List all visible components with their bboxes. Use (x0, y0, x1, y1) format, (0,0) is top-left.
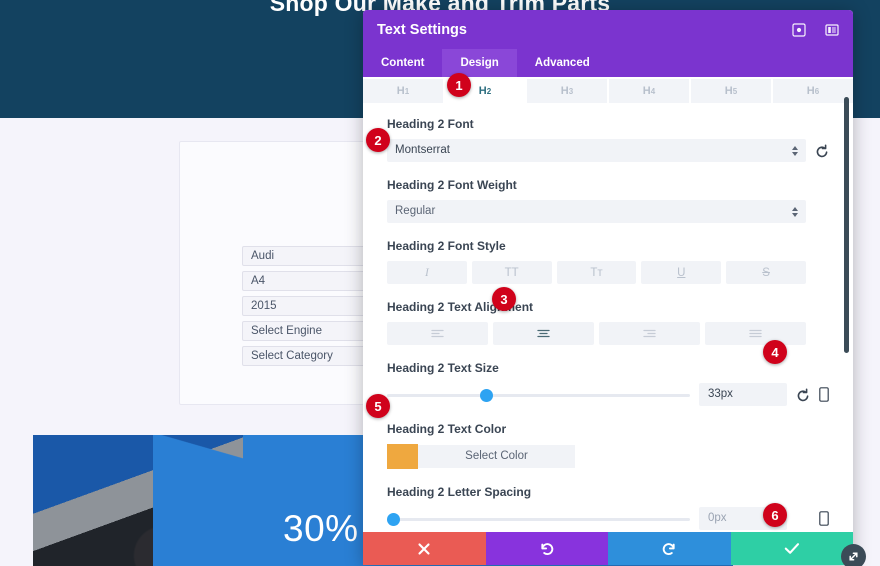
font-style-group: Heading 2 Font Style I TT Tᴛ U S (387, 239, 829, 284)
font-label: Heading 2 Font (387, 117, 474, 131)
heading-tab-h6[interactable]: H6 (773, 79, 853, 103)
font-value: Montserrat (395, 144, 450, 156)
resize-diagonal-icon (849, 552, 858, 561)
text-size-slider[interactable] (387, 383, 690, 406)
align-right-button[interactable] (599, 322, 700, 345)
alignment-label: Heading 2 Text Alignment (387, 300, 534, 314)
annotation-badge-2: 2 (366, 128, 390, 152)
heading-tab-h5[interactable]: H5 (691, 79, 771, 103)
letter-spacing-responsive-icon[interactable] (819, 511, 829, 526)
tab-design[interactable]: Design (442, 49, 517, 77)
font-weight-label: Heading 2 Font Weight (387, 178, 517, 192)
annotation-badge-1: 1 (447, 73, 471, 97)
slider-knob[interactable] (479, 389, 493, 402)
text-size-responsive-icon[interactable] (819, 387, 829, 402)
text-color-label: Heading 2 Text Color (387, 422, 507, 436)
font-select[interactable]: Montserrat (387, 139, 806, 162)
focus-target-icon[interactable] (792, 22, 806, 37)
modal-footer (363, 532, 853, 565)
text-color-group: Heading 2 Text Color Select Color (387, 422, 829, 469)
letter-spacing-reset-placeholder (796, 512, 810, 526)
annotation-badge-5: 5 (366, 394, 390, 418)
slider-track (387, 394, 690, 397)
text-size-reset-icon[interactable] (796, 388, 810, 402)
font-weight-value: Regular (395, 205, 436, 217)
letter-spacing-label: Heading 2 Letter Spacing (387, 485, 532, 499)
font-weight-select[interactable]: Regular (387, 200, 806, 223)
letter-spacing-slider[interactable] (387, 507, 690, 530)
font-style-label: Heading 2 Font Style (387, 239, 506, 253)
color-swatch[interactable] (387, 444, 418, 469)
slider-track (387, 518, 690, 521)
settings-panel: H1 H2 H3 H4 H5 H6 Heading 2 Font Montser… (363, 77, 853, 532)
align-left-button[interactable] (387, 322, 488, 345)
undo-icon (541, 542, 554, 555)
select-color-button[interactable]: Select Color (418, 445, 575, 468)
tab-advanced[interactable]: Advanced (517, 49, 608, 77)
heading-tab-h1[interactable]: H1 (363, 79, 443, 103)
undo-button[interactable] (485, 532, 608, 565)
heading-tab-h3[interactable]: H3 (527, 79, 607, 103)
align-justify-button[interactable] (705, 322, 806, 345)
settings-body: Heading 2 Font Montserrat Heading 2 Font… (363, 103, 853, 532)
promo-percent: 30% (283, 508, 359, 549)
redo-button[interactable] (608, 532, 731, 565)
annotation-badge-4: 4 (763, 340, 787, 364)
text-size-label: Heading 2 Text Size (387, 361, 499, 375)
resize-handle[interactable] (841, 544, 866, 566)
font-reset-icon[interactable] (815, 144, 829, 158)
slider-knob[interactable] (387, 513, 400, 526)
text-size-group: Heading 2 Text Size 33px (387, 361, 829, 406)
modal-header: Text Settings (363, 10, 853, 49)
uppercase-button[interactable]: TT (471, 261, 552, 284)
font-weight-group: Heading 2 Font Weight Regular (387, 178, 829, 223)
chevron-updown-icon (792, 206, 798, 217)
modal-tabs: Content Design Advanced (363, 49, 853, 77)
align-center-button[interactable] (493, 322, 594, 345)
chevron-updown-icon (792, 145, 798, 156)
redo-icon (662, 542, 675, 555)
font-group: Heading 2 Font Montserrat (387, 117, 829, 162)
annotation-badge-6: 6 (763, 503, 787, 527)
strikethrough-button[interactable]: S (726, 261, 806, 284)
panel-scrollbar[interactable] (844, 97, 849, 353)
alignment-group: Heading 2 Text Alignment (387, 300, 829, 345)
cancel-button[interactable] (363, 532, 486, 565)
letter-spacing-group: Heading 2 Letter Spacing 0px (387, 485, 829, 530)
italic-button[interactable]: I (387, 261, 467, 284)
screenshot-root: Shop Our Make and Trim Parts Find Audi A… (0, 0, 880, 566)
modal-header-icons (792, 22, 839, 37)
save-button[interactable] (730, 532, 853, 565)
text-size-input[interactable]: 33px (699, 383, 787, 406)
annotation-badge-3: 3 (492, 287, 516, 311)
close-icon (418, 542, 430, 555)
heading-level-tabs: H1 H2 H3 H4 H5 H6 (363, 77, 853, 103)
heading-tab-h4[interactable]: H4 (609, 79, 689, 103)
layout-panel-icon[interactable] (825, 23, 839, 37)
tab-content[interactable]: Content (363, 49, 442, 77)
text-settings-modal: Text Settings Content Design Advanced H1… (363, 10, 853, 565)
check-icon (784, 543, 799, 554)
modal-title: Text Settings (377, 21, 467, 38)
small-caps-button[interactable]: Tᴛ (556, 261, 637, 284)
underline-button[interactable]: U (641, 261, 722, 284)
